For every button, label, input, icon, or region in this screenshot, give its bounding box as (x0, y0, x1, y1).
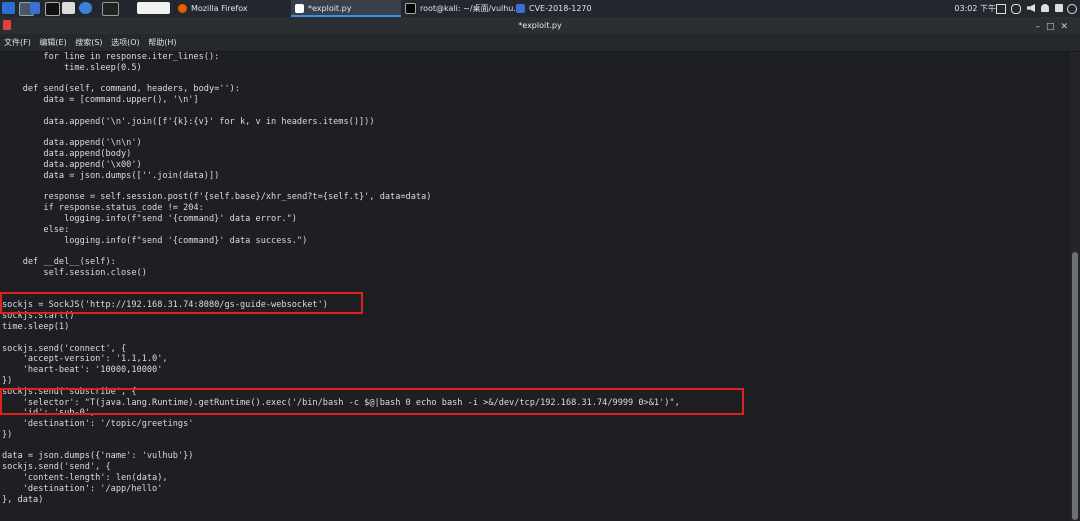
code-line: response = self.session.post(f'{self.bas… (2, 192, 432, 203)
network-icon[interactable] (1011, 4, 1021, 14)
window-small-icon (516, 4, 525, 13)
menu-help[interactable]: 帮助(H) (148, 34, 176, 51)
code-text: for line in response.iter_lines(): time.… (2, 52, 680, 505)
code-line: data.append('\x00') (2, 159, 142, 170)
code-line: data.append(body) (2, 149, 132, 160)
task-cve[interactable]: CVE-2018-1270 (516, 0, 592, 17)
power-icon[interactable] (1067, 4, 1077, 14)
text-editor-icon (295, 4, 304, 13)
highlight-box-selector-payload (0, 388, 744, 415)
menu-edit[interactable]: 编辑(E) (39, 34, 66, 51)
code-line: def __del__(self): (2, 257, 116, 268)
task-exploit-py[interactable]: *exploit.py (291, 0, 401, 17)
workspace-icon[interactable] (30, 2, 40, 14)
highlight-box-sockjs-url (0, 292, 363, 314)
lock-icon[interactable] (1055, 4, 1063, 12)
menu-bar: 文件(F) 编辑(E) 搜索(S) 选项(O) 帮助(H) (0, 34, 1080, 52)
window-titlebar: *exploit.py –□✕ (0, 17, 1080, 34)
code-line: }) (2, 375, 13, 386)
code-line: data.append('\n'.join([f'{k}:{v}' for k,… (2, 116, 375, 127)
code-line: def send(self, command, headers, body=''… (2, 84, 240, 95)
code-line: }, data) (2, 494, 44, 505)
code-editor[interactable]: for line in response.iter_lines(): time.… (0, 52, 1070, 521)
code-line: logging.info(f"send '{command}' data err… (2, 213, 297, 224)
task-terminal[interactable]: root@kali: ~/桌面/vulhu... (405, 0, 521, 17)
code-line: logging.info(f"send '{command}' data suc… (2, 235, 308, 246)
browser-icon[interactable] (79, 2, 92, 14)
volume-icon[interactable] (1027, 4, 1035, 12)
file-manager-icon[interactable] (62, 2, 75, 14)
code-line: 'destination': '/topic/greetings' (2, 419, 194, 430)
window-list-icon[interactable] (996, 4, 1006, 14)
close-icon[interactable]: ✕ (1060, 22, 1074, 32)
taskbar: Mozilla Firefox *exploit.py root@kali: ~… (0, 0, 1080, 18)
code-line: sockjs.send('send', { (2, 462, 111, 473)
task-firefox[interactable]: Mozilla Firefox (178, 0, 248, 17)
code-line: data = json.dumps({'name': 'vulhub'}) (2, 451, 194, 462)
code-line: else: (2, 224, 70, 235)
scrollbar-thumb[interactable] (1072, 252, 1078, 520)
terminal-small-icon (405, 3, 416, 14)
clock[interactable]: 03:02 下午 (954, 0, 996, 17)
firefox-icon (178, 4, 187, 13)
code-line: time.sleep(1) (2, 321, 70, 332)
code-line: data = json.dumps([''.join(data)]) (2, 170, 220, 181)
window-icon[interactable] (102, 2, 119, 16)
notification-icon[interactable] (1041, 4, 1049, 12)
minimize-icon[interactable]: – (1035, 22, 1046, 32)
code-line: 'heart-beat': '10000,10000' (2, 365, 163, 376)
code-line: self.session.close() (2, 267, 147, 278)
code-line: }) (2, 429, 13, 440)
code-line: for line in response.iter_lines(): (2, 52, 220, 62)
code-line: data.append('\n\n') (2, 138, 142, 149)
menu-file[interactable]: 文件(F) (4, 34, 31, 51)
code-line: sockjs.send('connect', { (2, 343, 127, 354)
document-icon (3, 20, 11, 30)
editor-icon[interactable] (137, 2, 170, 14)
kali-menu-icon[interactable] (2, 2, 15, 14)
code-line: 'destination': '/app/hello' (2, 483, 163, 494)
menu-search[interactable]: 搜索(S) (75, 34, 102, 51)
code-line: data = [command.upper(), '\n'] (2, 95, 199, 106)
code-line: 'accept-version': '1.1,1.0', (2, 354, 168, 365)
window-title: *exploit.py (518, 21, 562, 30)
vertical-scrollbar[interactable] (1070, 52, 1080, 521)
terminal-icon[interactable] (45, 2, 60, 16)
code-line: time.sleep(0.5) (2, 62, 142, 73)
code-line: if response.status_code != 204: (2, 203, 204, 214)
code-line: 'content-length': len(data), (2, 473, 168, 484)
maximize-icon[interactable]: □ (1046, 22, 1061, 32)
menu-options[interactable]: 选项(O) (111, 34, 140, 51)
